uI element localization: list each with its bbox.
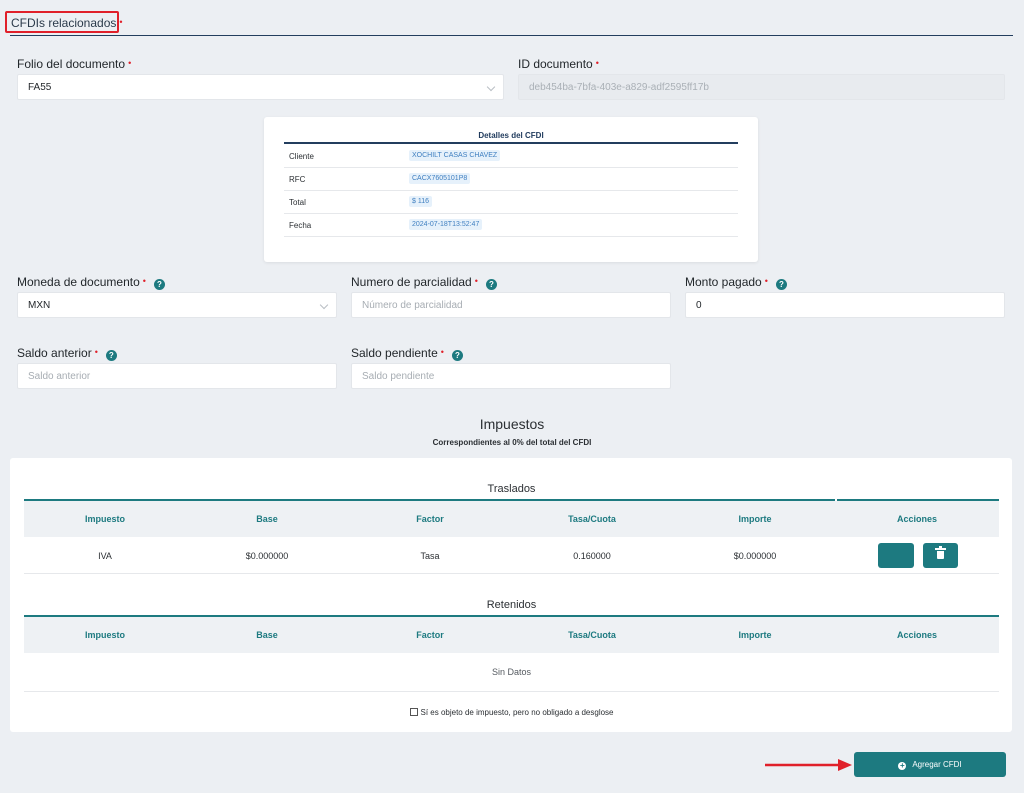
impuestos-subtitle: Correspondientes al 0% del total del CFD… — [432, 438, 592, 447]
saldo-pendiente-label: Saldo pendiente •? — [351, 346, 463, 361]
id-documento-label: ID documento • — [518, 57, 599, 71]
id-documento-input[interactable]: deb454ba-7bfa-403e-a829-adf2595ff17b — [518, 74, 1005, 100]
trash-icon — [935, 546, 946, 559]
help-icon[interactable]: ? — [451, 350, 463, 361]
checkbox-label: Sí es objeto de impuesto, pero no obliga… — [420, 708, 614, 717]
required-mark: • — [119, 17, 123, 27]
parcialidad-label: Numero de parcialidad •? — [351, 275, 497, 290]
folio-label: Folio del documento • — [17, 57, 132, 71]
objeto-impuesto-option: Sí es objeto de impuesto, pero no obliga… — [0, 708, 1024, 717]
moneda-label: Moneda de documento •? — [17, 275, 165, 290]
detail-value-badge: CACX7605101P8 — [409, 173, 471, 184]
section-title: CFDIs relacionados • — [5, 11, 123, 33]
chevron-down-icon — [486, 82, 496, 92]
saldo-anterior-input[interactable]: Saldo anterior — [17, 363, 337, 389]
retenidos-title: Retenidos — [486, 599, 537, 611]
saldo-anterior-label: Saldo anterior •? — [17, 346, 117, 361]
moneda-select[interactable]: MXN — [17, 292, 337, 318]
cfdi-details-card: Detalles del CFDI Cliente XOCHILT CASAS … — [264, 117, 758, 262]
row-divider — [24, 573, 999, 574]
detail-row-rfc: RFC CACX7605101P8 — [284, 168, 738, 191]
detail-value-badge: $ 116 — [409, 196, 432, 207]
detail-value-badge: XOCHILT CASAS CHAVEZ — [409, 150, 501, 161]
plus-circle-icon: + — [898, 761, 907, 770]
empty-state: Sin Datos — [491, 667, 532, 677]
detail-row-total: Total $ 116 — [284, 191, 738, 214]
cfdi-details-title: Detalles del CFDI — [478, 131, 544, 140]
folio-value: FA55 — [28, 82, 52, 93]
help-icon[interactable]: ? — [485, 279, 497, 290]
card-divider — [284, 142, 738, 144]
detail-row-fecha: Fecha 2024-07-18T13:52:47 — [284, 214, 738, 237]
monto-input[interactable]: 0 — [685, 292, 1005, 318]
help-icon[interactable]: ? — [153, 279, 165, 290]
table-row: IVA $0.000000 Tasa 0.160000 $0.000000 — [24, 537, 999, 573]
chevron-down-icon — [319, 300, 329, 310]
objeto-impuesto-checkbox[interactable] — [410, 708, 419, 716]
edit-button[interactable] — [878, 543, 914, 568]
folio-select[interactable]: FA55 — [17, 74, 504, 100]
traslados-title: Traslados — [487, 483, 536, 495]
add-cfdi-button[interactable]: + Agregar CFDI — [854, 752, 1006, 777]
section-divider — [10, 35, 1013, 36]
monto-label: Monto pagado •? — [685, 275, 787, 290]
detail-row-cliente: Cliente XOCHILT CASAS CHAVEZ — [284, 145, 738, 168]
help-icon[interactable]: ? — [775, 279, 787, 290]
help-icon[interactable]: ? — [105, 350, 117, 361]
detail-value-badge: 2024-07-18T13:52:47 — [409, 219, 483, 230]
delete-button[interactable] — [923, 543, 958, 568]
parcialidad-input[interactable]: Número de parcialidad — [351, 292, 671, 318]
retenidos-header: Impuesto Base Factor Tasa/Cuota Importe … — [24, 617, 999, 653]
traslados-header: Impuesto Base Factor Tasa/Cuota Importe … — [24, 501, 999, 537]
saldo-pendiente-input[interactable]: Saldo pendiente — [351, 363, 671, 389]
row-divider — [24, 691, 999, 692]
annotation-arrow-icon — [765, 759, 852, 771]
impuestos-title: Impuestos — [479, 416, 545, 432]
